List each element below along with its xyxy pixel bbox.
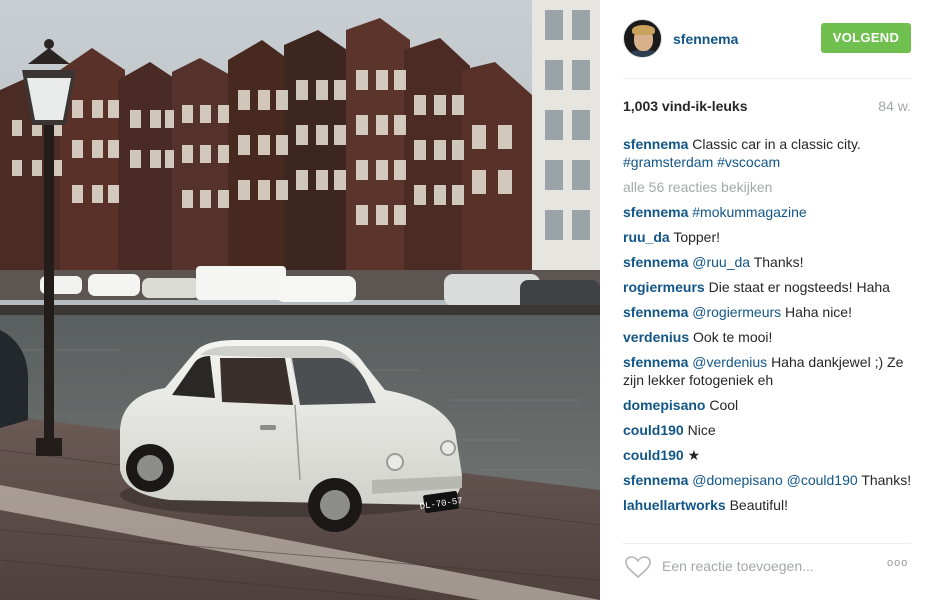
post-footer: ooo (600, 545, 935, 589)
comment-mention[interactable]: @rogiermeurs (692, 304, 781, 320)
comment-username[interactable]: lahuellartworks (623, 497, 726, 513)
comment-username[interactable]: ruu_da (623, 229, 670, 245)
more-options-icon[interactable]: ooo (887, 557, 908, 569)
comment-text: Thanks! (861, 472, 912, 488)
follow-button[interactable]: VOLGEND (821, 23, 911, 53)
comment-mention[interactable]: @ruu_da (692, 254, 750, 270)
comment-text: Nice (687, 422, 716, 438)
comment-text: Cool (709, 397, 739, 413)
caption-text: Classic car in a classic city. (692, 136, 861, 152)
post-header: sfennema VOLGEND (600, 0, 935, 78)
comment-row: sfennema @ruu_da Thanks! (623, 253, 913, 271)
comment-row: could190 ★ (623, 446, 913, 464)
comment-username[interactable]: domepisano (623, 397, 705, 413)
comment-text: ★ (687, 447, 701, 463)
comment-mention[interactable]: #mokummagazine (692, 204, 806, 220)
comment-text: Die staat er nogsteeds! Haha (708, 279, 890, 295)
comment-row: sfennema @rogiermeurs Haha nice! (623, 303, 913, 321)
comment-username[interactable]: rogiermeurs (623, 279, 705, 295)
comment-row: sfennema @verdenius Haha dankjewel ;) Ze… (623, 353, 913, 389)
comment-username[interactable]: could190 (623, 422, 684, 438)
post-photo[interactable]: DL-70-57 (0, 0, 600, 600)
heart-icon[interactable] (624, 555, 652, 579)
add-comment-input[interactable] (662, 556, 862, 576)
comment-row: domepisano Cool (623, 396, 913, 414)
comment-username[interactable]: sfennema (623, 254, 688, 270)
comment-username[interactable]: verdenius (623, 329, 689, 345)
divider (623, 78, 911, 79)
comments-list: sfennema Classic car in a classic city. … (623, 135, 913, 521)
post-side-panel: sfennema VOLGEND 1,003 vind-ik-leuks 84 … (600, 0, 935, 600)
comment-username[interactable]: sfennema (623, 472, 688, 488)
comment-row: rogiermeurs Die staat er nogsteeds! Haha (623, 278, 913, 296)
comment-mention[interactable]: @domepisano @could190 (692, 472, 857, 488)
caption: sfennema Classic car in a classic city. … (623, 135, 913, 171)
comment-username[interactable]: sfennema (623, 304, 688, 320)
comment-text: Haha nice! (785, 304, 852, 320)
like-count[interactable]: 1,003 vind-ik-leuks (623, 98, 748, 114)
comment-text: Topper! (673, 229, 721, 245)
post-age[interactable]: 84 w. (878, 98, 911, 114)
avatar[interactable] (623, 19, 662, 58)
comment-row: sfennema @domepisano @could190 Thanks! (623, 471, 913, 489)
comment-row: lahuellartworks Beautiful! (623, 496, 913, 514)
caption-hashtags[interactable]: #gramsterdam #vscocam (623, 154, 780, 170)
comment-row: verdenius Ook te mooi! (623, 328, 913, 346)
comment-text: Beautiful! (729, 497, 788, 513)
comment-username[interactable]: could190 (623, 447, 684, 463)
comment-text: Thanks! (753, 254, 804, 270)
photo-canvas: DL-70-57 (0, 0, 600, 600)
comment-row: sfennema #mokummagazine (623, 203, 913, 221)
comment-username[interactable]: sfennema (623, 204, 688, 220)
caption-username[interactable]: sfennema (623, 136, 688, 152)
comment-mention[interactable]: @verdenius (692, 354, 767, 370)
comment-row: could190 Nice (623, 421, 913, 439)
comment-text: Ook te mooi! (693, 329, 773, 345)
comment-username[interactable]: sfennema (623, 354, 688, 370)
header-username[interactable]: sfennema (673, 31, 738, 47)
divider (623, 543, 911, 544)
comment-row: ruu_da Topper! (623, 228, 913, 246)
view-all-comments-link[interactable]: alle 56 reacties bekijken (623, 178, 913, 196)
